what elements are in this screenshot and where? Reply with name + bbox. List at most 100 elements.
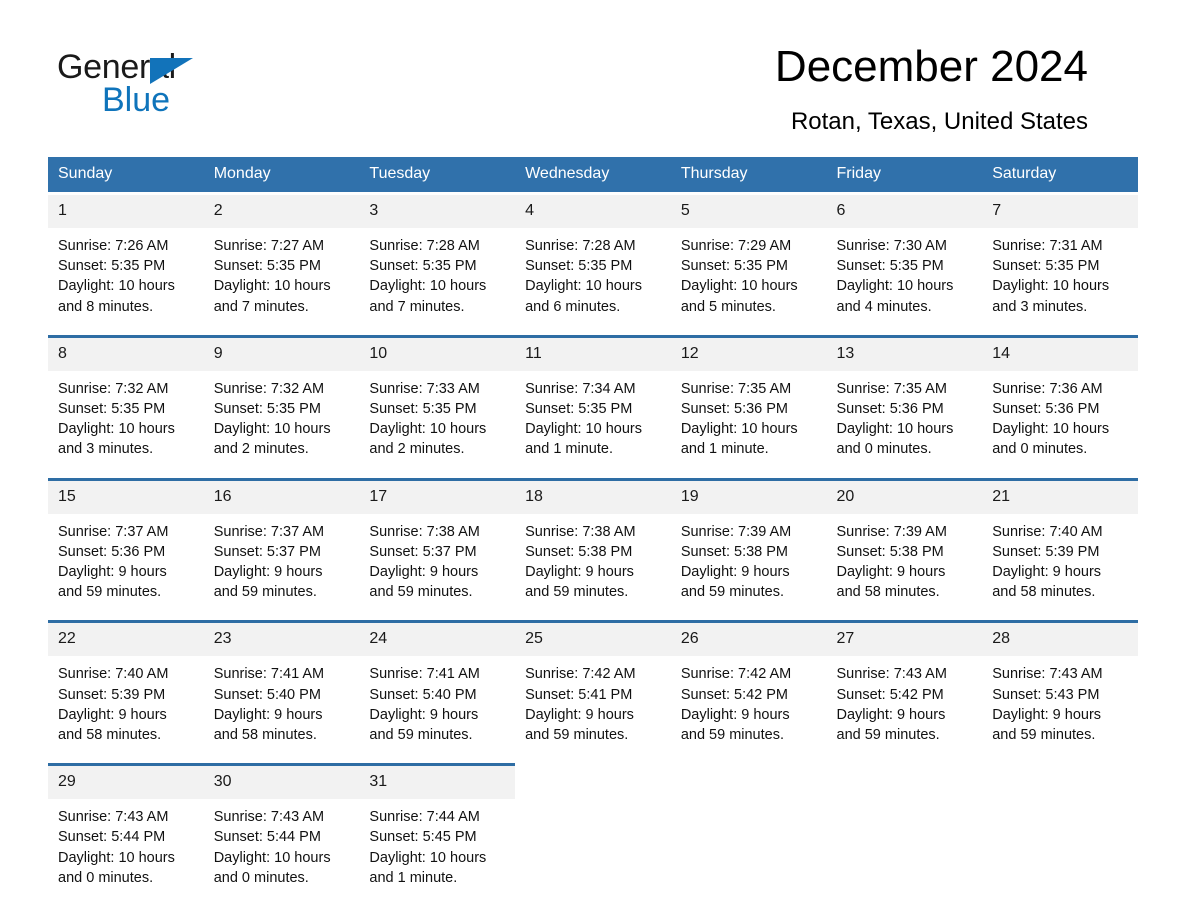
day-cell[interactable]: Sunrise: 7:40 AM Sunset: 5:39 PM Daylight:…: [982, 513, 1138, 621]
day-daylight-1-text: Daylight: 10 hours: [525, 278, 642, 295]
day-cell[interactable]: Sunrise: 7:41 AM Sunset: 5:40 PM Daylight:…: [359, 656, 516, 764]
day-number[interactable]: 7: [982, 195, 1138, 228]
day-daylight-1-text: Daylight: 10 hours: [836, 278, 954, 295]
day-number-row: 1234567: [48, 195, 1138, 228]
day-number[interactable]: 11: [515, 337, 671, 371]
day-cell[interactable]: Sunrise: 7:26 AM Sunset: 5:35 PM Daylight:…: [48, 228, 204, 335]
day-cell[interactable]: Sunrise: 7:43 AM Sunset: 5:44 PM Daylight:…: [203, 799, 360, 907]
day-cell[interactable]: Sunrise: 7:39 AM Sunset: 5:38 PM Daylight:…: [670, 513, 827, 621]
day-daylight-2-text: and 59 minutes.: [525, 584, 629, 601]
day-cell[interactable]: Sunrise: 7:38 AM Sunset: 5:37 PM Daylight:…: [359, 513, 516, 621]
day-number[interactable]: 2: [203, 195, 360, 228]
day-cell[interactable]: Sunrise: 7:29 AM Sunset: 5:35 PM Daylight:…: [670, 228, 827, 335]
day-cell[interactable]: Sunrise: 7:41 AM Sunset: 5:40 PM Daylight:…: [203, 656, 360, 764]
day-sunrise-text: Sunrise: 7:30 AM: [836, 238, 947, 254]
day-sunset-text: Sunset: 5:39 PM: [992, 543, 1100, 560]
day-cell[interactable]: Sunrise: 7:39 AM Sunset: 5:38 PM Daylight:…: [826, 513, 983, 621]
day-number[interactable]: 25: [515, 623, 671, 657]
day-number[interactable]: 9: [203, 337, 360, 371]
day-cell[interactable]: Sunrise: 7:28 AM Sunset: 5:35 PM Daylight:…: [359, 228, 516, 335]
day-sunset-text: Sunset: 5:39 PM: [58, 686, 166, 703]
day-number-row: 15 16 17 18 19 20 21: [48, 480, 1138, 514]
day-number[interactable]: 15: [48, 480, 204, 514]
day-number[interactable]: 26: [670, 623, 827, 657]
day-cell[interactable]: Sunrise: 7:43 AM Sunset: 5:43 PM Daylight:…: [982, 656, 1138, 764]
day-sunrise-text: Sunrise: 7:26 AM: [58, 238, 169, 254]
day-cell[interactable]: Sunrise: 7:37 AM Sunset: 5:37 PM Daylight:…: [203, 513, 360, 621]
day-sunrise-text: Sunrise: 7:42 AM: [680, 666, 792, 683]
day-daylight-1-text: Daylight: 10 hours: [525, 421, 642, 438]
day-number[interactable]: 17: [359, 480, 516, 514]
day-number[interactable]: 21: [982, 480, 1138, 514]
day-cell[interactable]: Sunrise: 7:38 AM Sunset: 5:38 PM Daylight:…: [515, 513, 671, 621]
day-cell[interactable]: Sunrise: 7:44 AM Sunset: 5:45 PM Daylight:…: [359, 799, 516, 907]
day-daylight-1-text: Daylight: 10 hours: [369, 278, 487, 295]
day-daylight-1-text: Daylight: 10 hours: [58, 421, 175, 438]
day-cell[interactable]: Sunrise: 7:42 AM Sunset: 5:41 PM Daylight:…: [515, 656, 671, 764]
day-number[interactable]: 12: [670, 337, 827, 371]
day-sunrise-text: Sunrise: 7:39 AM: [836, 523, 947, 540]
day-cell[interactable]: Sunrise: 7:27 AM Sunset: 5:35 PM Daylight:…: [203, 228, 360, 335]
day-cell[interactable]: Sunrise: 7:30 AM Sunset: 5:35 PM Daylight:…: [826, 228, 983, 335]
weekday-header-tuesday: Tuesday: [359, 157, 516, 192]
day-sunset-text: Sunset: 5:44 PM: [213, 829, 321, 846]
day-number-row: 8 9 10 11 12 13 14: [48, 337, 1138, 371]
day-sunrise-text: Sunrise: 7:32 AM: [58, 380, 169, 397]
calendar-body: 1 2 3 4 5 6 7 Sunrise: 7:26 AM Sunset: 5:35 PM Da…: [48, 192, 1138, 907]
day-number[interactable]: 30: [203, 766, 360, 800]
day-sunrise-text: Sunrise: 7:41 AM: [213, 666, 325, 683]
day-cell[interactable]: Sunrise: 7:40 AM Sunset: 5:39 PM Daylight:…: [48, 656, 204, 764]
day-daylight-1-text: Daylight: 9 hours: [213, 706, 323, 723]
day-number[interactable]: 16: [203, 480, 360, 514]
day-cell-empty: [826, 799, 983, 907]
day-number[interactable]: 29: [48, 766, 204, 800]
day-cell[interactable]: Sunrise: 7:31 AM Sunset: 5:35 PM Daylight:…: [982, 228, 1138, 335]
day-number[interactable]: 3: [359, 195, 516, 228]
day-sunrise-text: Sunrise: 7:28 AM: [369, 238, 480, 254]
day-number[interactable]: 18: [515, 480, 671, 514]
day-number[interactable]: 19: [670, 480, 827, 514]
day-number[interactable]: 27: [826, 623, 983, 657]
day-number[interactable]: 20: [826, 480, 983, 514]
day-daylight-2-text: and 1 minute.: [369, 869, 458, 886]
day-number[interactable]: 13: [826, 337, 983, 371]
day-cell[interactable]: Sunrise: 7:36 AM Sunset: 5:36 PM Daylight:…: [982, 370, 1138, 478]
day-number[interactable]: 5: [670, 195, 827, 228]
day-daylight-2-text: and 1 minute.: [525, 441, 613, 458]
day-number[interactable]: 1: [48, 195, 204, 228]
day-sunset-text: Sunset: 5:44 PM: [58, 829, 166, 846]
day-sunset-text: Sunset: 5:36 PM: [992, 401, 1100, 418]
day-sunrise-text: Sunrise: 7:29 AM: [680, 238, 792, 254]
day-cell[interactable]: Sunrise: 7:35 AM Sunset: 5:36 PM Daylight:…: [670, 370, 827, 478]
day-number[interactable]: 8: [48, 337, 204, 371]
day-cell[interactable]: Sunrise: 7:43 AM Sunset: 5:42 PM Daylight:…: [826, 656, 983, 764]
day-number[interactable]: 31: [359, 766, 516, 800]
day-daylight-1-text: Daylight: 9 hours: [369, 706, 479, 723]
day-sunset-text: Sunset: 5:38 PM: [836, 543, 944, 560]
day-daylight-2-text: and 59 minutes.: [58, 584, 162, 601]
day-cell[interactable]: Sunrise: 7:43 AM Sunset: 5:44 PM Daylight:…: [48, 799, 204, 907]
day-sunrise-text: Sunrise: 7:40 AM: [992, 523, 1103, 540]
day-cell[interactable]: Sunrise: 7:32 AM Sunset: 5:35 PM Daylight:…: [203, 370, 360, 478]
day-daylight-2-text: and 0 minutes.: [58, 869, 154, 886]
day-number[interactable]: 23: [203, 623, 360, 657]
day-number[interactable]: 28: [982, 623, 1138, 657]
day-number[interactable]: 6: [826, 195, 983, 228]
day-cell[interactable]: Sunrise: 7:32 AM Sunset: 5:35 PM Daylight:…: [48, 370, 204, 478]
day-number[interactable]: 4: [515, 195, 671, 228]
day-cell[interactable]: Sunrise: 7:28 AM Sunset: 5:35 PM Daylight:…: [515, 228, 671, 335]
day-cell[interactable]: Sunrise: 7:34 AM Sunset: 5:35 PM Daylight:…: [515, 370, 671, 478]
day-number[interactable]: 22: [48, 623, 204, 657]
day-sunrise-text: Sunrise: 7:40 AM: [58, 666, 169, 683]
day-number[interactable]: 14: [982, 337, 1138, 371]
day-number[interactable]: 10: [359, 337, 516, 371]
day-number[interactable]: 24: [359, 623, 516, 657]
day-cell[interactable]: Sunrise: 7:37 AM Sunset: 5:36 PM Daylight:…: [48, 513, 204, 621]
general-blue-logo[interactable]: General Blue: [57, 50, 247, 120]
day-sunrise-text: Sunrise: 7:27 AM: [213, 238, 325, 254]
day-detail-row: Sunrise: 7:37 AM Sunset: 5:36 PM Daylight:…: [48, 513, 1138, 621]
day-cell[interactable]: Sunrise: 7:35 AM Sunset: 5:36 PM Daylight:…: [826, 370, 983, 478]
day-cell[interactable]: Sunrise: 7:33 AM Sunset: 5:35 PM Daylight:…: [359, 370, 516, 478]
weekday-header-friday: Friday: [826, 157, 983, 192]
day-cell[interactable]: Sunrise: 7:42 AM Sunset: 5:42 PM Daylight:…: [670, 656, 827, 764]
